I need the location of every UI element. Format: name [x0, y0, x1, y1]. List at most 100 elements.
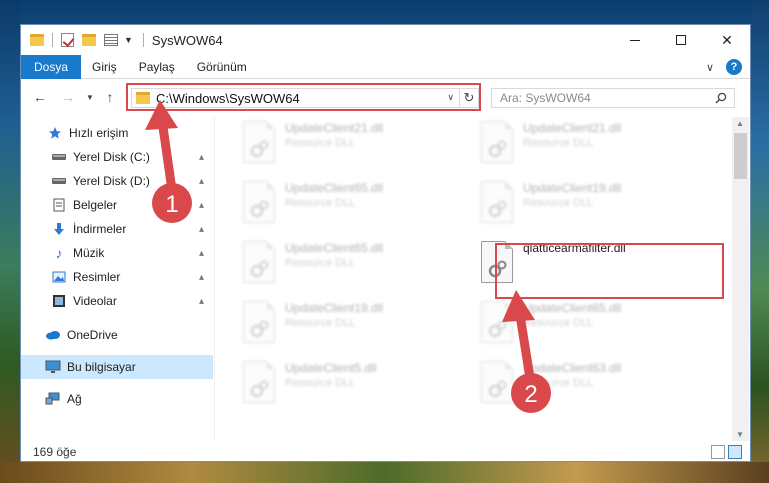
file-item[interactable]: UpdateClient21.dll Resource DLL — [481, 121, 701, 181]
file-item[interactable]: UpdateClient5.dll Resource DLL — [243, 361, 463, 421]
sidebar-item-quick-access[interactable]: Hızlı erişim — [21, 121, 213, 145]
sidebar-item-label: OneDrive — [67, 328, 118, 342]
vertical-scrollbar[interactable]: ▲ ▼ — [732, 117, 749, 441]
pin-icon[interactable]: ▴ — [199, 272, 204, 283]
sidebar-item-music[interactable]: ♪ Müzik ▴ — [21, 241, 213, 265]
file-item[interactable]: UpdateClient65.dll Resource DLL — [243, 181, 463, 241]
file-item[interactable]: UpdateClient21.dll Resource DLL — [243, 121, 463, 181]
view-toggle — [711, 445, 742, 459]
cloud-icon — [45, 328, 61, 342]
sidebar-item-onedrive[interactable]: OneDrive — [21, 323, 213, 347]
sidebar-item-label: İndirmeler — [73, 222, 127, 236]
forward-button[interactable]: → — [57, 89, 79, 105]
title-bar: ▼ SysWOW64 ✕ — [21, 25, 750, 55]
search-placeholder: Ara: SysWOW64 — [500, 91, 591, 105]
file-name: UpdateClient63.dll — [523, 361, 622, 375]
search-icon — [715, 92, 727, 104]
file-item[interactable]: UpdateClient65.dll Resource DLL — [481, 301, 701, 361]
address-dropdown-chevron-icon[interactable]: ∨ — [447, 92, 454, 103]
file-item[interactable]: UpdateClient19.dll Resource DLL — [481, 181, 701, 241]
videos-icon — [51, 294, 67, 308]
refresh-button[interactable]: ↻ — [459, 88, 479, 108]
file-item[interactable]: UpdateClient63.dll Resource DLL — [481, 361, 701, 421]
file-type: Resource DLL — [523, 377, 594, 389]
tab-home[interactable]: Giriş — [81, 60, 128, 74]
file-name: UpdateClient5.dll — [285, 361, 377, 375]
expand-ribbon-chevron-icon[interactable]: ∨ — [706, 61, 714, 74]
sidebar-item-downloads[interactable]: İndirmeler ▴ — [21, 217, 213, 241]
close-icon: ✕ — [721, 31, 733, 48]
help-icon[interactable]: ? — [726, 59, 742, 75]
minimize-button[interactable] — [612, 25, 658, 55]
tab-view[interactable]: Görünüm — [186, 60, 258, 74]
dll-file-icon — [243, 181, 275, 223]
sidebar-item-pictures[interactable]: Resimler ▴ — [21, 265, 213, 289]
dll-file-icon — [481, 301, 513, 343]
search-input[interactable]: Ara: SysWOW64 — [491, 88, 735, 108]
sidebar-item-this-pc[interactable]: Bu bilgisayar — [21, 355, 213, 379]
status-bar: 169 öğe — [21, 441, 750, 462]
sidebar-item-label: Bu bilgisayar — [67, 360, 136, 374]
sidebar-item-label: Yerel Disk (C:) — [73, 150, 150, 164]
address-bar[interactable]: C:\Windows\SysWOW64 ∨ — [131, 88, 460, 108]
star-icon — [47, 126, 63, 140]
divider — [52, 33, 53, 47]
drive-icon — [51, 150, 67, 164]
tab-file[interactable]: Dosya — [21, 54, 82, 79]
file-name: UpdateClient65.dll — [523, 301, 622, 315]
close-button[interactable]: ✕ — [704, 25, 750, 55]
recent-locations-chevron-icon[interactable]: ▼ — [83, 93, 97, 102]
sidebar-item-label: Belgeler — [73, 198, 118, 212]
pictures-icon — [51, 270, 67, 284]
pin-icon[interactable]: ▴ — [199, 152, 204, 163]
sidebar-item-local-disk-c[interactable]: Yerel Disk (C:) ▴ — [21, 145, 213, 169]
sidebar-item-label: Müzik — [73, 246, 105, 260]
large-icons-view-icon[interactable] — [728, 445, 742, 459]
address-path[interactable]: C:\Windows\SysWOW64 — [156, 91, 300, 106]
up-button[interactable]: ↑ — [99, 89, 121, 105]
properties-check-icon[interactable] — [61, 33, 74, 47]
pin-icon[interactable]: ▴ — [199, 224, 204, 235]
sidebar-item-label: Yerel Disk (D:) — [73, 174, 150, 188]
item-count: 169 öğe — [33, 444, 77, 459]
pin-icon[interactable]: ▴ — [199, 248, 204, 259]
dll-file-icon — [481, 121, 513, 163]
scroll-up-icon[interactable]: ▲ — [736, 119, 744, 128]
desktop-wallpaper-bottom — [0, 462, 769, 483]
file-name: UpdateClient21.dll — [523, 121, 622, 135]
documents-icon — [51, 198, 67, 212]
maximize-button[interactable] — [658, 25, 704, 55]
dll-file-icon — [243, 361, 275, 403]
window-title: SysWOW64 — [151, 32, 223, 48]
network-icon — [45, 392, 61, 406]
desktop-wallpaper-left — [0, 0, 20, 483]
ribbon-tabs: Dosya Giriş Paylaş Görünüm ∨ ? — [21, 54, 750, 79]
file-item[interactable]: UpdateClient65.dll Resource DLL — [243, 241, 463, 301]
properties-icon[interactable] — [104, 34, 118, 46]
details-view-icon[interactable] — [711, 445, 725, 459]
new-folder-icon[interactable] — [82, 34, 96, 46]
sidebar-item-documents[interactable]: Belgeler ▴ — [21, 193, 213, 217]
scroll-thumb[interactable] — [734, 133, 747, 179]
file-type: Resource DLL — [523, 317, 594, 329]
pin-icon[interactable]: ▴ — [199, 176, 204, 187]
pin-icon[interactable]: ▴ — [199, 200, 204, 211]
sidebar-item-local-disk-d[interactable]: Yerel Disk (D:) ▴ — [21, 169, 213, 193]
sidebar-item-network[interactable]: Ağ — [21, 387, 213, 411]
file-type: Resource DLL — [523, 197, 594, 209]
scroll-down-icon[interactable]: ▼ — [736, 430, 744, 439]
file-item[interactable]: UpdateClient19.dll Resource DLL — [243, 301, 463, 361]
file-name: UpdateClient65.dll — [285, 181, 384, 195]
sidebar-item-videos[interactable]: Videolar ▴ — [21, 289, 213, 313]
file-type: Resource DLL — [523, 137, 594, 149]
back-button[interactable]: ← — [29, 89, 51, 105]
dll-file-icon — [243, 241, 275, 283]
tab-share[interactable]: Paylaş — [128, 60, 186, 74]
drive-icon — [51, 174, 67, 188]
file-type: Resource DLL — [285, 377, 356, 389]
pin-icon[interactable]: ▴ — [199, 296, 204, 307]
divider — [142, 33, 144, 47]
customize-toolbar-chevron-icon[interactable]: ▼ — [124, 35, 133, 45]
dll-file-icon — [243, 301, 275, 343]
download-icon — [51, 222, 67, 236]
